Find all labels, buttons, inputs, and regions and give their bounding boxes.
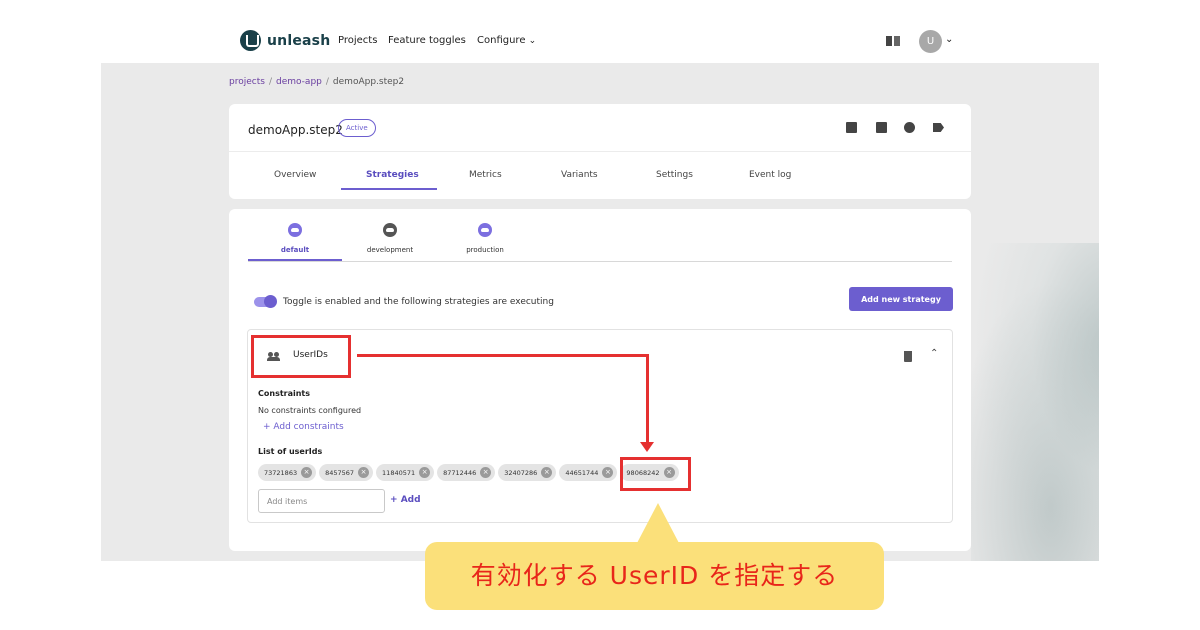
user-id-chip: 44651744 × <box>559 464 618 481</box>
env-label: development <box>366 246 414 254</box>
selected-env-indicator <box>248 259 342 261</box>
clock-icon[interactable] <box>904 122 915 133</box>
remove-chip-icon[interactable]: × <box>301 467 313 478</box>
feature-header-card: demoApp.step2 Active Overview Strategies… <box>229 104 971 199</box>
add-item-label: Add <box>400 495 421 505</box>
add-items-input[interactable] <box>258 489 385 513</box>
breadcrumb-separator: / <box>325 77 329 87</box>
highlight-strategy-name <box>251 335 351 378</box>
env-tab-development[interactable]: development <box>343 223 437 254</box>
add-constraints-link[interactable]: + Add constraints <box>263 422 344 432</box>
tab-overview[interactable]: Overview <box>274 170 316 180</box>
nav-configure[interactable]: Configure ⌄ <box>477 35 536 46</box>
user-id-chip-list: 73721863 × 8457567 × 11840571 × 87712446 × 3… <box>258 464 679 481</box>
user-avatar[interactable]: U <box>919 30 942 53</box>
annotation-callout: 有効化する UserID を指定する <box>425 542 884 610</box>
cloud-icon <box>478 223 492 237</box>
env-tab-production[interactable]: production <box>438 223 532 254</box>
remove-chip-icon[interactable]: × <box>480 467 492 478</box>
add-item-button[interactable]: + Add <box>390 495 421 505</box>
user-id-value: 32407286 <box>504 468 538 477</box>
tab-metrics[interactable]: Metrics <box>469 170 502 180</box>
highlight-user-id <box>620 457 691 491</box>
remove-chip-icon[interactable]: × <box>541 467 553 478</box>
toggle-status-text: Toggle is enabled and the following stra… <box>283 297 554 307</box>
feature-title: demoApp.step2 <box>248 123 343 137</box>
breadcrumb-feature: demoApp.step2 <box>332 77 405 87</box>
archive-icon[interactable] <box>876 122 887 133</box>
decorative-background-texture <box>971 243 1099 561</box>
user-id-chip: 73721863 × <box>258 464 317 481</box>
user-id-chip: 8457567 × <box>319 464 374 481</box>
app-name: unleash <box>267 32 331 49</box>
chevron-up-icon[interactable]: ⌃ <box>930 348 938 359</box>
env-label: default <box>280 246 310 254</box>
no-constraints-text: No constraints configured <box>258 406 362 415</box>
user-id-value: 8457567 <box>325 468 355 477</box>
remove-chip-icon[interactable]: × <box>602 467 614 478</box>
constraints-heading: Constraints <box>258 389 311 398</box>
selected-tab-indicator <box>341 188 437 190</box>
nav-feature-toggles[interactable]: Feature toggles <box>388 35 466 46</box>
unleash-logo[interactable]: unleash <box>240 30 330 51</box>
documentation-book-icon[interactable] <box>886 36 900 47</box>
annotation-connector-line <box>357 354 649 357</box>
breadcrumb: projects / demo-app / demoApp.step2 <box>229 77 404 87</box>
strategies-card: default development production Toggle is… <box>229 209 971 551</box>
user-id-chip: 87712446 × <box>437 464 496 481</box>
top-navigation: unleash Projects Feature toggles Configu… <box>0 0 1200 63</box>
user-id-chip: 32407286 × <box>498 464 557 481</box>
user-id-value: 11840571 <box>382 468 416 477</box>
nav-configure-label: Configure <box>477 35 526 46</box>
remove-chip-icon[interactable]: × <box>358 467 370 478</box>
annotation-connector-line <box>646 354 649 444</box>
breadcrumb-separator: / <box>268 77 272 87</box>
user-id-value: 87712446 <box>443 468 477 477</box>
breadcrumb-project[interactable]: demo-app <box>276 77 322 87</box>
cloud-icon <box>288 223 302 237</box>
annotation-arrow-icon <box>640 442 654 452</box>
cloud-icon <box>383 223 397 237</box>
tag-icon[interactable] <box>933 123 944 132</box>
breadcrumb-projects[interactable]: projects <box>229 77 265 87</box>
tab-strategies[interactable]: Strategies <box>366 170 419 180</box>
screenshot-stage: unleash Projects Feature toggles Configu… <box>0 0 1200 630</box>
remove-chip-icon[interactable]: × <box>419 467 431 478</box>
strategy-panel: UserIDs ⌃ Constraints No constraints con… <box>247 329 953 523</box>
status-badge: Active <box>338 119 376 137</box>
tab-variants[interactable]: Variants <box>561 170 598 180</box>
avatar-chevron-down-icon[interactable]: ⌄ <box>945 34 953 45</box>
user-id-value: 44651744 <box>565 468 599 477</box>
env-label: production <box>466 246 504 254</box>
nav-projects[interactable]: Projects <box>338 35 377 46</box>
user-id-value: 73721863 <box>264 468 298 477</box>
tab-settings[interactable]: Settings <box>656 170 693 180</box>
env-tab-default[interactable]: default <box>248 223 342 254</box>
unleash-logo-icon <box>240 30 261 51</box>
copy-icon[interactable] <box>846 122 857 133</box>
toggle-enabled-switch[interactable] <box>254 295 277 308</box>
user-id-chip: 11840571 × <box>376 464 435 481</box>
user-ids-heading: List of userIds <box>258 447 323 456</box>
tab-event-log[interactable]: Event log <box>749 170 791 180</box>
divider <box>229 151 971 152</box>
chevron-down-icon: ⌄ <box>528 36 537 46</box>
trash-icon[interactable] <box>904 351 912 362</box>
add-new-strategy-button[interactable]: Add new strategy <box>849 287 953 311</box>
env-tabs-baseline <box>248 261 952 262</box>
